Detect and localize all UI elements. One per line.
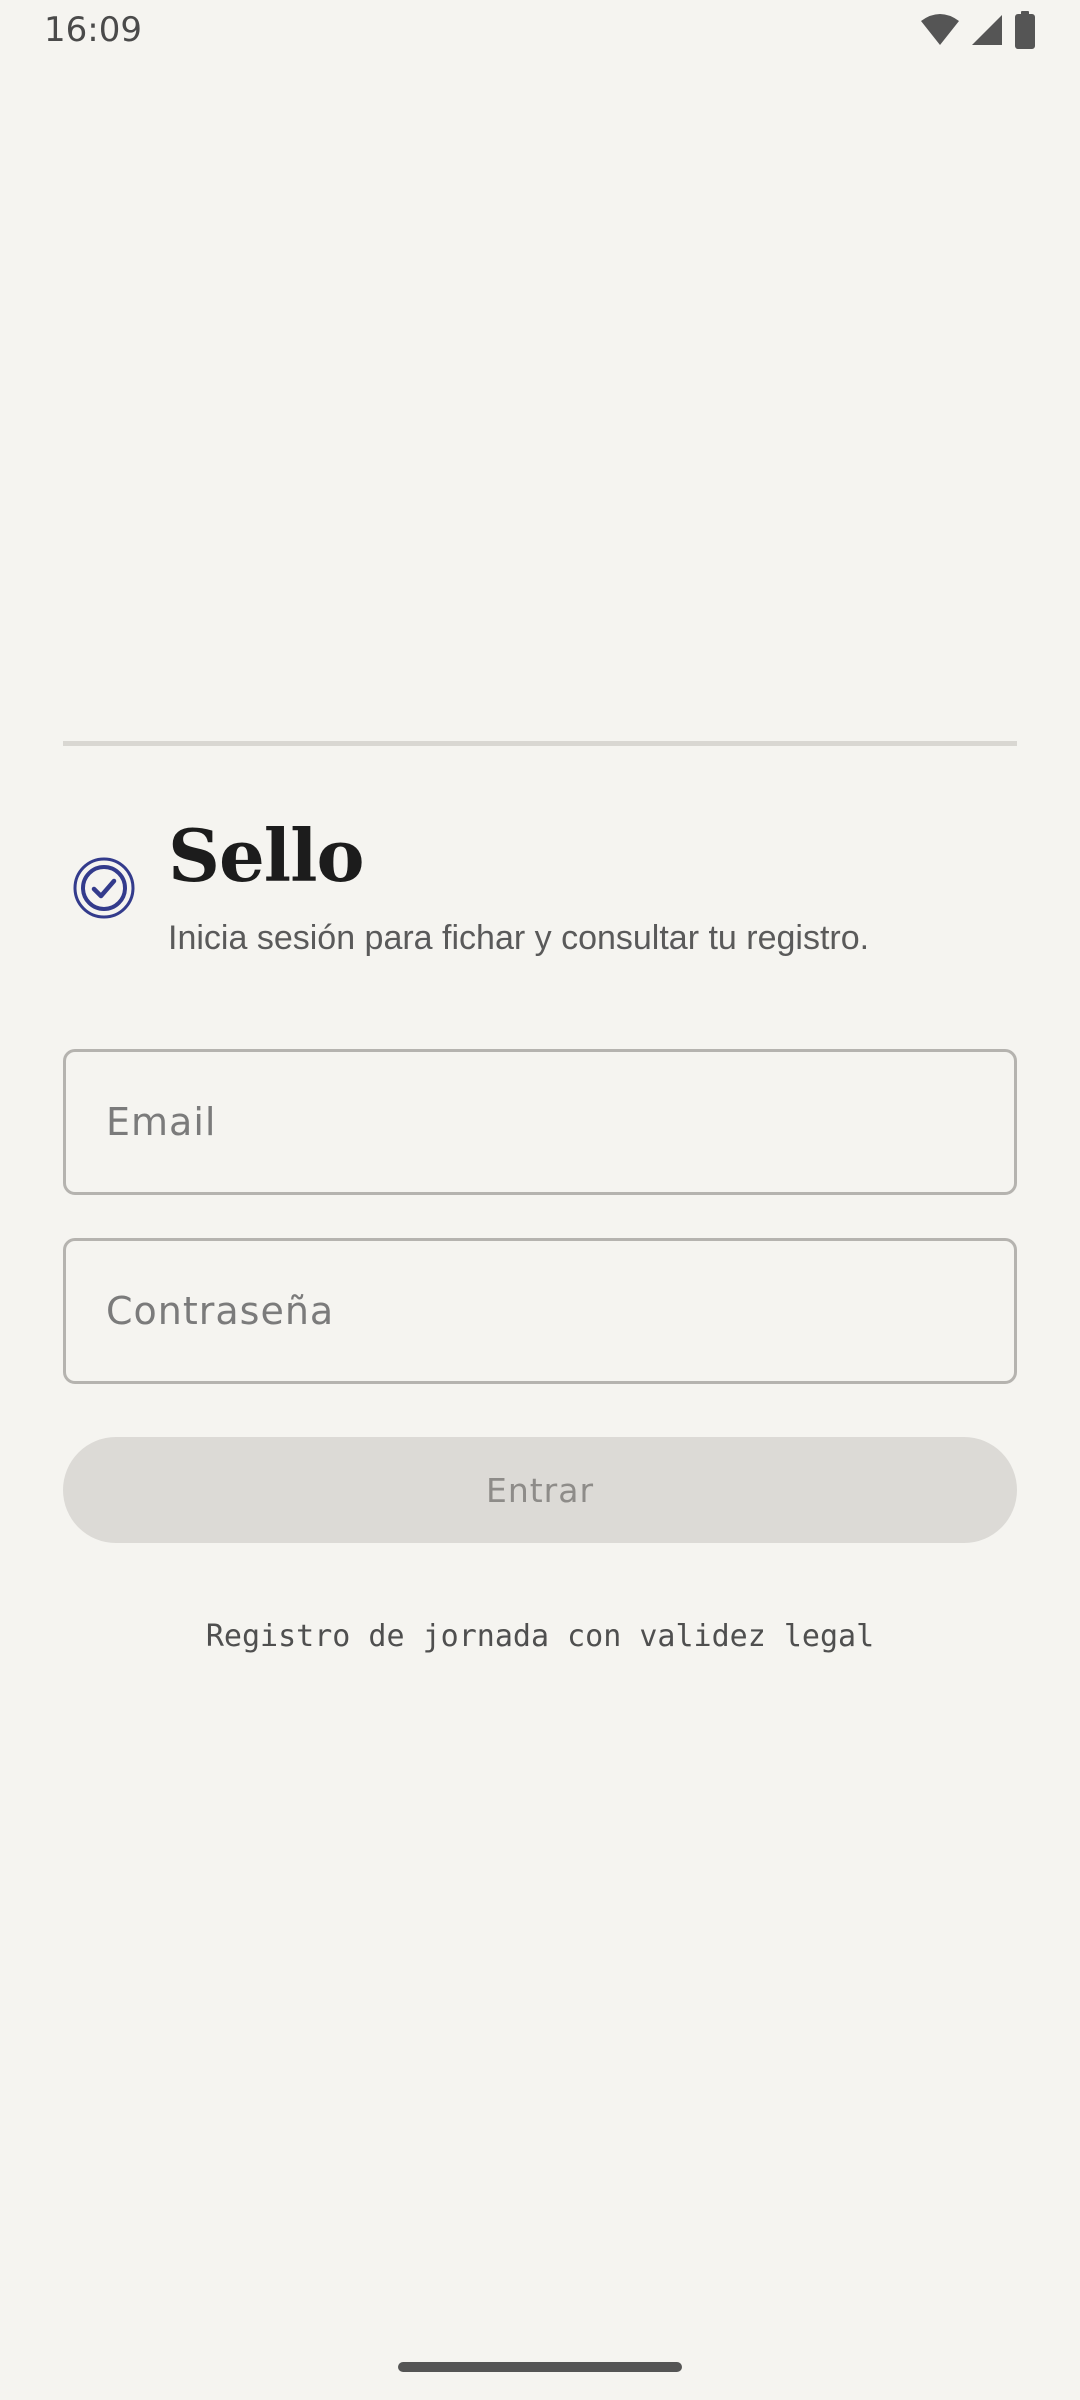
email-field[interactable] [63,1049,1017,1195]
status-bar: 16:09 [0,0,1080,64]
home-indicator[interactable] [398,2362,682,2372]
legal-note: Registro de jornada con validez legal [205,1619,875,1654]
status-icons [910,11,1036,53]
login-button[interactable]: Entrar [63,1437,1017,1543]
app-subtitle: Inicia sesión para fichar y consultar tu… [168,919,870,957]
email-input[interactable] [66,1052,1014,1192]
status-time: 16:09 [44,10,142,50]
battery-icon [1014,11,1036,53]
app-title: Sello [168,813,365,898]
top-divider [63,741,1017,746]
password-input[interactable] [66,1241,1014,1381]
wifi-icon [920,13,960,51]
signal-icon [970,13,1004,51]
check-circle-icon [72,856,136,920]
password-field[interactable] [63,1238,1017,1384]
